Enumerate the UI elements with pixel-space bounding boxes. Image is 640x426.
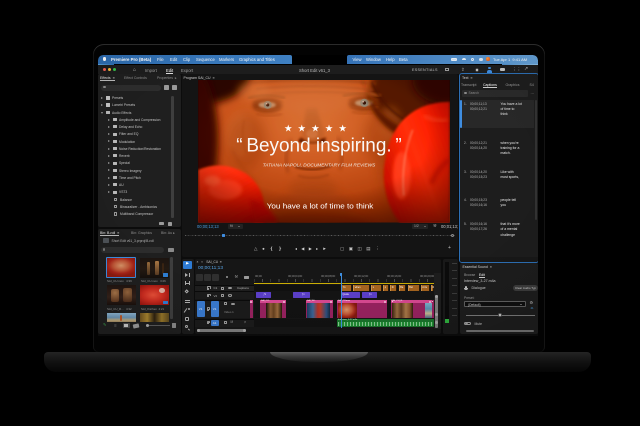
svg-text:“ Beyond inspiring. ”: “ Beyond inspiring. ” [236, 135, 401, 156]
svg-text:TATIANA NAPOLI, DOCUMENTARY FI: TATIANA NAPOLI, DOCUMENTARY FILM REVIEWS [263, 163, 376, 168]
svg-text:You have a lot of time to thin: You have a lot of time to think [267, 202, 374, 211]
svg-text:★ ★ ★ ★ ★: ★ ★ ★ ★ ★ [284, 123, 348, 134]
